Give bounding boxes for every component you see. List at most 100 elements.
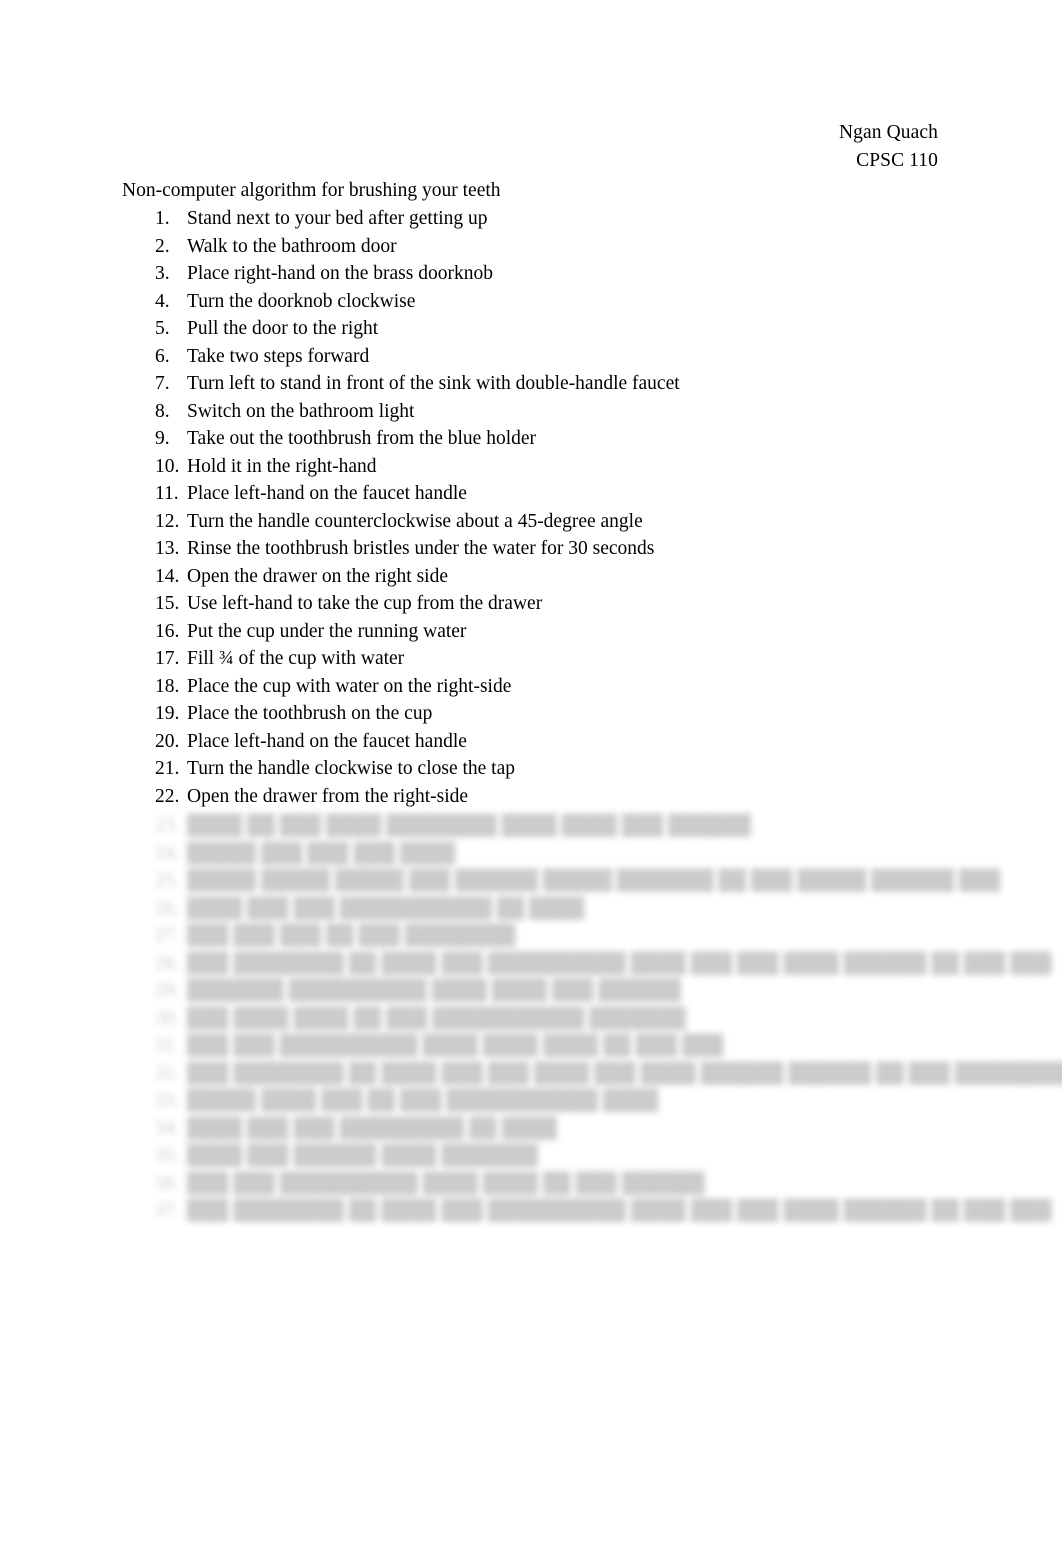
- list-item-number: 5.: [155, 318, 170, 339]
- list-item-number: 23.: [155, 815, 180, 836]
- list-item-number: 8.: [155, 400, 170, 422]
- list-item-number: 4.: [155, 290, 170, 312]
- list-item-text: Rinse the toothbrush bristles under the …: [187, 538, 655, 559]
- list-item: 31. ███ ███ ██████████ ████ ████ ████ ██ …: [0, 1032, 1062, 1060]
- list-item: 15. Use left-hand to take the cup from th…: [0, 590, 1062, 618]
- list-item: 35. ████ ███ ██████ ████ ███████: [0, 1142, 1062, 1170]
- list-item: 28. ███ ████████ ██ ████ ███ ██████████ █…: [0, 950, 1062, 978]
- list-item-text: Turn the doorknob clockwise: [187, 290, 416, 312]
- document-page: Ngan Quach CPSC 110 Non-computer algorit…: [0, 0, 1062, 1556]
- list-item: 5. Pull the door to the right: [0, 315, 1062, 343]
- list-item-text: Use left-hand to take the cup from the d…: [187, 593, 543, 614]
- list-item-text: Put the cup under the running water: [187, 620, 467, 642]
- list-item: 37. ███ ████████ ██ ████ ███ ██████████ █…: [0, 1197, 1062, 1225]
- list-item-number: 35.: [155, 1145, 180, 1166]
- page-title: Non-computer algorithm for brushing your…: [122, 180, 501, 201]
- list-item: 26. ████ ███ ███ ███████████ ██ ████: [0, 895, 1062, 923]
- list-item: 25. █████ █████ █████ ███ ██████ █████ ██…: [0, 867, 1062, 895]
- list-item: 34. ████ ███ ███ █████████ ██ ████: [0, 1115, 1062, 1143]
- list-item: 17. Fill ¾ of the cup with water: [0, 645, 1062, 673]
- list-item-number: 32.: [155, 1062, 180, 1084]
- list-item-number: 7.: [155, 373, 170, 394]
- list-item-number: 21.: [155, 758, 180, 779]
- list-item-number: 3.: [155, 263, 170, 284]
- list-item-text: ███ ████ ████ ██ ███ ███████████ ███████: [187, 1007, 686, 1029]
- list-item-text: Turn the handle clockwise to close the t…: [187, 758, 515, 779]
- list-item: 21. Turn the handle clockwise to close th…: [0, 755, 1062, 783]
- list-item-text: Hold it in the right-hand: [187, 455, 377, 477]
- list-item: 6. Take two steps forward: [0, 343, 1062, 371]
- list-item-number: 9.: [155, 428, 170, 449]
- list-item-text: Place left-hand on the faucet handle: [187, 483, 467, 504]
- list-item-text: ███████ ██████████ ████ ████ ███ ██████: [187, 980, 682, 1001]
- list-item: 2. Walk to the bathroom door: [0, 233, 1062, 261]
- list-item: 13. Rinse the toothbrush bristles under t…: [0, 535, 1062, 563]
- list-item-text: Switch on the bathroom light: [187, 400, 415, 422]
- list-item-number: 24.: [155, 842, 180, 864]
- list-item-number: 13.: [155, 538, 180, 559]
- list-item-text: ████ ███ ███ █████████ ██ ████: [187, 1117, 557, 1139]
- list-item: 4. Turn the doorknob clockwise: [0, 288, 1062, 316]
- list-item: 23. ████ ██ ███ ████ ████████ ████ ████ █…: [0, 812, 1062, 840]
- list-item-text: ███ ███ ██████████ ████ ████ ██ ███ ████…: [187, 1172, 705, 1194]
- list-item-text: Place left-hand on the faucet handle: [187, 730, 467, 752]
- list-item: 3. Place right-hand on the brass doorknob: [0, 260, 1062, 288]
- list-item-number: 1.: [155, 208, 170, 229]
- list-item: 22. Open the drawer from the right-side: [0, 783, 1062, 811]
- list-item-number: 15.: [155, 593, 180, 614]
- list-item-text: ████ ███ ██████ ████ ███████: [187, 1145, 539, 1166]
- list-item-text: █████ ████ ███ ██ ███ ███████████ ████: [187, 1090, 659, 1111]
- list-item-number: 37.: [155, 1200, 180, 1221]
- list-item-number: 2.: [155, 235, 170, 257]
- list-item-number: 25.: [155, 870, 180, 891]
- list-item-text: Turn left to stand in front of the sink …: [187, 373, 680, 394]
- list-item-number: 31.: [155, 1035, 180, 1056]
- list-item-number: 10.: [155, 455, 180, 477]
- list-item-text: ███ ████████ ██ ████ ███ ███ ████ ███ ██…: [187, 1062, 1062, 1084]
- list-item-number: 17.: [155, 648, 180, 669]
- list-item-number: 27.: [155, 925, 180, 946]
- list-item: 16. Put the cup under the running water: [0, 618, 1062, 646]
- document-header: Ngan Quach CPSC 110: [0, 119, 938, 174]
- list-item-text: █████ ███ ███ ███ ████: [187, 842, 456, 864]
- list-item: 11. Place left-hand on the faucet handle: [0, 480, 1062, 508]
- list-item-number: 30.: [155, 1007, 180, 1029]
- list-item: 7. Turn left to stand in front of the sin…: [0, 370, 1062, 398]
- list-item: 9. Take out the toothbrush from the blue …: [0, 425, 1062, 453]
- list-item: 8. Switch on the bathroom light: [0, 398, 1062, 426]
- list-item: 33. █████ ████ ███ ██ ███ ███████████ ███…: [0, 1087, 1062, 1115]
- list-item: 36. ███ ███ ██████████ ████ ████ ██ ███ █…: [0, 1170, 1062, 1198]
- list-item-number: 12.: [155, 510, 180, 532]
- list-item: 10. Hold it in the right-hand: [0, 453, 1062, 481]
- header-author: Ngan Quach: [838, 122, 938, 143]
- list-item-text: ███ ████████ ██ ████ ███ ██████████ ████…: [187, 1200, 1052, 1221]
- list-item-number: 26.: [155, 897, 180, 919]
- faded-steps-block: 23. ████ ██ ███ ████ ████████ ████ ████ █…: [0, 812, 1062, 1225]
- list-item-number: 28.: [155, 952, 180, 974]
- list-item-text: Walk to the bathroom door: [187, 235, 397, 257]
- list-item-number: 22.: [155, 785, 180, 807]
- list-item-text: ████ ██ ███ ████ ████████ ████ ████ ███ …: [187, 815, 751, 836]
- list-item-number: 16.: [155, 620, 180, 642]
- list-item-number: 6.: [155, 345, 170, 367]
- list-item-number: 20.: [155, 730, 180, 752]
- list-item-text: Place right-hand on the brass doorknob: [187, 263, 493, 284]
- list-item-text: Place the cup with water on the right-si…: [187, 675, 512, 697]
- list-item: 18. Place the cup with water on the right…: [0, 673, 1062, 701]
- list-item-text: ███ ███ ███ ██ ███ ████████: [187, 925, 516, 946]
- list-item-text: ████ ███ ███ ███████████ ██ ████: [187, 897, 585, 919]
- list-item: 14. Open the drawer on the right side: [0, 563, 1062, 591]
- list-item: 30. ███ ████ ████ ██ ███ ███████████ ████…: [0, 1005, 1062, 1033]
- list-item-text: Stand next to your bed after getting up: [187, 208, 488, 229]
- list-item-text: Turn the handle counterclockwise about a…: [187, 510, 643, 532]
- list-item: 1. Stand next to your bed after getting u…: [0, 205, 1062, 233]
- list-item-text: ███ ███ ██████████ ████ ████ ████ ██ ███…: [187, 1035, 724, 1056]
- list-item-text: ███ ████████ ██ ████ ███ ██████████ ████…: [187, 952, 1052, 974]
- list-item: 29. ███████ ██████████ ████ ████ ███ ████…: [0, 977, 1062, 1005]
- list-item-text: Open the drawer from the right-side: [187, 785, 469, 807]
- header-course: CPSC 110: [856, 149, 938, 171]
- steps-ordered-list: 1. Stand next to your bed after getting u…: [0, 205, 1062, 810]
- list-item-number: 14.: [155, 565, 180, 587]
- list-item-number: 18.: [155, 675, 180, 697]
- list-item-text: Take two steps forward: [187, 345, 370, 367]
